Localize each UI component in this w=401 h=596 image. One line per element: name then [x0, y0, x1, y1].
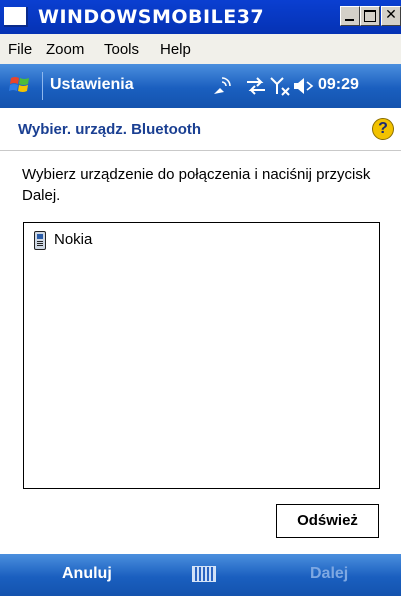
close-button[interactable]: ✕ — [381, 6, 401, 26]
page-title: Wybier. urządz. Bluetooth — [18, 121, 202, 138]
sync-arrows-icon — [247, 77, 265, 95]
menu-file[interactable]: File — [8, 41, 32, 58]
softkey-bar: Anuluj Dalej — [0, 554, 401, 596]
menu-tools[interactable]: Tools — [104, 41, 139, 58]
no-signal-icon — [270, 77, 290, 96]
nav-title: Ustawienia — [50, 76, 134, 93]
menu-help[interactable]: Help — [160, 41, 191, 58]
instructions-text: Wybierz urządzenie do połączenia i naciś… — [22, 166, 371, 204]
navigation-bar: Ustawienia 09:29 — [0, 64, 401, 108]
clock[interactable]: 09:29 — [318, 76, 359, 94]
page-header: Wybier. urządz. Bluetooth ? — [0, 108, 401, 151]
phone-icon — [34, 231, 46, 250]
volume-icon[interactable] — [292, 74, 316, 98]
bluetooth-beam-icon — [214, 77, 231, 94]
device-list[interactable]: Nokia — [23, 222, 380, 489]
refresh-button[interactable]: Odśwież — [276, 504, 379, 538]
minimize-button[interactable] — [340, 6, 360, 26]
nav-separator — [42, 72, 43, 100]
cancel-softkey[interactable]: Anuluj — [62, 565, 112, 583]
windows-start-icon[interactable] — [8, 73, 32, 97]
window-title: WINDOWSMOBILE37 — [38, 6, 265, 28]
device-label: Nokia — [54, 231, 93, 248]
help-icon[interactable]: ? — [372, 118, 394, 140]
window-titlebar: WINDOWSMOBILE37 ✕ — [0, 0, 401, 34]
maximize-button[interactable] — [360, 6, 380, 26]
app-window-icon — [4, 7, 28, 27]
keyboard-icon[interactable] — [192, 566, 216, 582]
menu-zoom[interactable]: Zoom — [46, 41, 84, 58]
menu-bar: File Zoom Tools Help — [0, 34, 401, 65]
next-softkey[interactable]: Dalej — [310, 565, 348, 583]
